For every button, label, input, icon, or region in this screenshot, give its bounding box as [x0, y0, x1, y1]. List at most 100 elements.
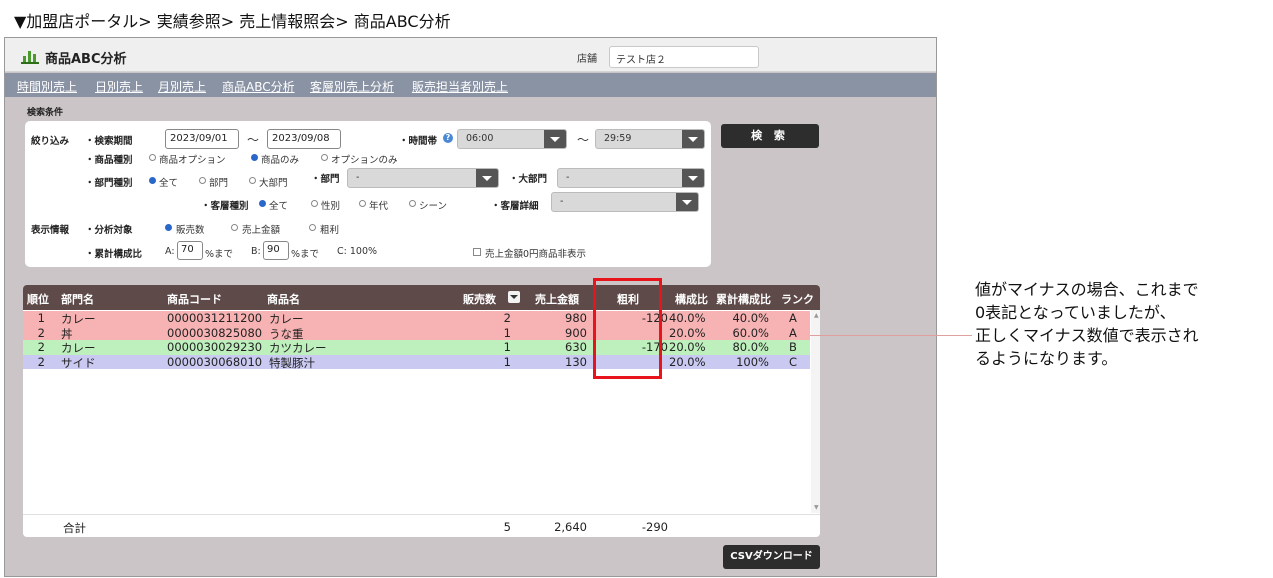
- major-dept-select[interactable]: -: [557, 168, 705, 188]
- radio-product-option[interactable]: [149, 154, 156, 161]
- hide-zero-checkbox[interactable]: [473, 248, 481, 256]
- search-button[interactable]: 検 索: [721, 124, 819, 148]
- nav-abc-analysis[interactable]: 商品ABC分析: [222, 78, 295, 95]
- col-cumulative[interactable]: 累計構成比: [716, 291, 771, 307]
- time-to-select[interactable]: 29:59: [595, 129, 705, 149]
- radio-product-only[interactable]: [251, 154, 258, 161]
- csv-download-button[interactable]: CSVダウンロード: [723, 545, 820, 569]
- total-profit: -290: [641, 520, 668, 534]
- cell-ratio: 20.0%: [669, 354, 706, 369]
- col-dept[interactable]: 部門名: [61, 291, 94, 307]
- cell-code: 0000030029230: [167, 340, 263, 354]
- help-icon[interactable]: ?: [443, 133, 453, 143]
- radio-option-only[interactable]: [321, 154, 328, 161]
- table-scrollbar[interactable]: ▲ ▼: [811, 310, 820, 513]
- product-type-label: ・商品種別: [85, 155, 133, 166]
- customer-type-option-3: 年代: [369, 201, 389, 212]
- radio-dept-all[interactable]: [149, 177, 156, 184]
- nav-hourly-sales[interactable]: 時間別売上: [17, 78, 77, 95]
- radio-target-profit[interactable]: [309, 224, 316, 231]
- chevron-down-icon: [682, 130, 704, 148]
- cell-rank: 2: [37, 325, 45, 340]
- table-row[interactable]: 2 サイド 0000030068010 特製豚汁 1 130 20.0% 100% C: [23, 354, 810, 370]
- radio-dept[interactable]: [199, 177, 206, 184]
- time-separator: ～: [577, 133, 590, 147]
- col-rank[interactable]: 順位: [27, 291, 49, 307]
- radio-target-sales[interactable]: [231, 224, 238, 231]
- major-dept-label: ・大部門: [509, 174, 548, 185]
- cumulative-ratio-label: ・累計構成比: [85, 249, 143, 260]
- cell-code: 0000030068010: [167, 354, 263, 369]
- scroll-down-icon[interactable]: ▼: [814, 504, 819, 511]
- note-line: るようになります。: [975, 349, 1118, 368]
- note-line: 0表記となっていましたが、: [975, 303, 1176, 322]
- cell-qty: 1: [503, 340, 511, 354]
- customer-detail-select[interactable]: -: [551, 192, 699, 212]
- time-from-select[interactable]: 06:00: [457, 129, 567, 149]
- total-sales: 2,640: [554, 520, 587, 534]
- table-row[interactable]: 1 カレー 0000031211200 カレー 2 980 -120 40.0% 40.0% A: [23, 311, 810, 326]
- ratio-a-suffix: %まで: [205, 249, 234, 260]
- nav-daily-sales[interactable]: 日別売上: [95, 78, 143, 95]
- store-field[interactable]: テスト店２: [609, 46, 759, 68]
- conditions-title: 検索条件: [27, 108, 64, 118]
- dept-select[interactable]: -: [347, 168, 499, 188]
- cell-abc: C: [789, 354, 798, 369]
- radio-target-qty[interactable]: [165, 224, 172, 231]
- date-to-input[interactable]: 2023/09/08: [267, 129, 341, 149]
- filter-label: 絞り込み: [31, 136, 70, 147]
- profit-highlight-box: [593, 278, 662, 379]
- chevron-down-icon: [682, 169, 704, 187]
- cell-sales: 630: [565, 340, 587, 354]
- cell-ratio: 20.0%: [669, 340, 706, 354]
- radio-gender[interactable]: [311, 200, 318, 207]
- col-sales[interactable]: 売上金額: [535, 291, 579, 307]
- col-ratio[interactable]: 構成比: [675, 291, 708, 307]
- cell-qty: 2: [503, 311, 511, 325]
- cell-abc: B: [789, 340, 797, 354]
- radio-major-dept[interactable]: [249, 177, 256, 184]
- total-qty: 5: [503, 520, 511, 534]
- dept-label: ・部門: [311, 174, 340, 185]
- cell-ratio: 40.0%: [669, 311, 706, 325]
- cell-sales: 130: [565, 354, 587, 369]
- table-row[interactable]: 2 カレー 0000030029230 カツカレー 1 630 -170 20.0% 80.0%…: [23, 340, 810, 355]
- cell-ratio: 20.0%: [669, 325, 706, 340]
- cell-abc: A: [789, 311, 797, 325]
- note-line: 正しくマイナス数値で表示され: [975, 326, 1199, 345]
- note-line: 値がマイナスの場合、これまで: [975, 280, 1199, 299]
- ratio-b-input[interactable]: 90: [263, 241, 289, 260]
- scroll-up-icon[interactable]: ▲: [814, 312, 819, 319]
- ratio-a-input[interactable]: 70: [177, 241, 203, 260]
- table-row[interactable]: 2 丼 0000030825080 うな重 1 900 20.0% 60.0% A: [23, 325, 810, 341]
- chart-icon: [21, 48, 39, 64]
- radio-scene[interactable]: [409, 200, 416, 207]
- nav-customer-analysis[interactable]: 客層別売上分析: [310, 78, 394, 95]
- col-code[interactable]: 商品コード: [167, 291, 222, 307]
- cell-cum: 60.0%: [732, 325, 769, 340]
- radio-customer-all[interactable]: [259, 200, 266, 207]
- radio-age[interactable]: [359, 200, 366, 207]
- ratio-b-suffix: %まで: [291, 249, 320, 260]
- chevron-down-icon: [476, 169, 498, 187]
- abc-result-table: 順位 部門名 商品コード 商品名 販売数 売上金額 粗利 構成比 累計構成比 ラ…: [23, 285, 820, 537]
- app-window: 商品ABC分析 店舗 テスト店２ 時間別売上 日別売上 月別売上 商品ABC分析…: [4, 37, 937, 577]
- col-qty[interactable]: 販売数: [463, 291, 496, 307]
- ratio-a-prefix: A:: [165, 246, 175, 257]
- customer-detail-value: -: [560, 196, 564, 207]
- target-option-2: 売上金額: [242, 225, 281, 236]
- customer-type-option-1: 全て: [269, 201, 289, 212]
- hide-zero-label: 売上金額0円商品非表示: [485, 249, 587, 260]
- sort-desc-icon[interactable]: [508, 291, 520, 303]
- target-option-1: 販売数: [176, 225, 205, 236]
- col-abc-rank[interactable]: ランク: [781, 291, 814, 307]
- nav-staff-sales[interactable]: 販売担当者別売上: [412, 78, 508, 95]
- product-type-option-3: オプションのみ: [331, 155, 398, 166]
- cell-code: 0000030825080: [167, 325, 263, 340]
- col-name[interactable]: 商品名: [267, 291, 300, 307]
- nav-monthly-sales[interactable]: 月別売上: [158, 78, 206, 95]
- date-from-input[interactable]: 2023/09/01: [165, 129, 239, 149]
- dept-type-option-3: 大部門: [259, 178, 288, 189]
- analysis-target-label: ・分析対象: [85, 225, 133, 236]
- cell-cum: 80.0%: [732, 340, 769, 354]
